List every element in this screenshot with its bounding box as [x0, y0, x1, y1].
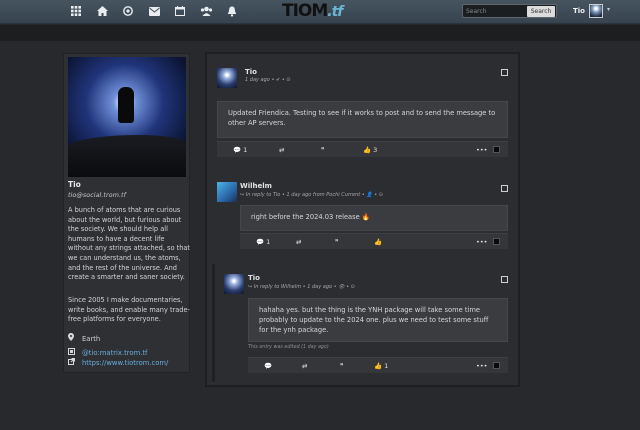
post-author-name[interactable]: Tio — [248, 274, 260, 282]
thumbs-up-icon: 👍 — [374, 238, 383, 246]
user-menu-name[interactable]: Tio — [573, 7, 585, 15]
post-actions: 💬 1 ⇄ ❞ 👍 ••• — [240, 233, 508, 249]
apps-grid-icon[interactable] — [69, 4, 83, 18]
more-options-icon[interactable]: ••• — [476, 146, 488, 154]
comment-count: 1 — [266, 238, 271, 246]
secondary-toolbar — [0, 25, 640, 41]
edited-note: This entry was edited (1 day ago) — [248, 345, 329, 350]
like-count: 1 — [384, 362, 389, 370]
contacts-icon[interactable] — [199, 4, 213, 18]
post-meta: ↪ In reply to Wilhelm • 1 day ago • 👁 • … — [248, 284, 355, 290]
post-meta: 1 day ago • ✔ • ⊙ — [245, 77, 291, 83]
location-pin-icon — [68, 333, 82, 343]
share-icon[interactable]: ⇄ — [302, 362, 307, 370]
post-author-avatar[interactable] — [217, 182, 237, 202]
select-checkbox[interactable] — [493, 146, 500, 153]
thread-line — [212, 264, 215, 382]
notifications-icon[interactable] — [225, 4, 239, 18]
comment-icon: 💬 — [233, 146, 242, 154]
post-author-avatar[interactable] — [224, 274, 244, 294]
post-author-avatar[interactable] — [217, 68, 237, 88]
chevron-down-icon[interactable]: ▾ — [607, 6, 610, 13]
profile-handle: tio@social.trom.tf — [68, 191, 126, 199]
post-body: Updated Friendica. Testing to see if it … — [217, 101, 508, 138]
calendar-icon[interactable] — [173, 4, 187, 18]
network-icon[interactable] — [121, 4, 135, 18]
quote-icon[interactable]: ❞ — [335, 238, 339, 246]
photo-figure — [118, 87, 134, 123]
like-button[interactable]: 👍 3 — [363, 146, 377, 154]
post-actions: 💬 1 ⇄ ❞ 👍 3 ••• — [217, 141, 508, 157]
profile-bio-extra: Since 2005 I make documentaries, write b… — [68, 296, 190, 324]
post-body: hahaha yes. but the thing is the YNH pac… — [248, 298, 508, 342]
external-link-icon — [68, 358, 82, 367]
post-author-name[interactable]: Wilhelm — [240, 182, 272, 190]
profile-website: https://www.tiotrom.com/ — [68, 358, 168, 367]
site-logo[interactable]: TIOM.tf — [282, 1, 343, 21]
like-button[interactable]: 👍 1 — [374, 362, 388, 370]
profile-matrix: @tio:matrix.trom.tf — [68, 348, 147, 357]
search-input[interactable] — [466, 6, 526, 17]
select-checkbox[interactable] — [493, 238, 500, 245]
post-body: right before the 2024.03 release 🔥 — [240, 205, 508, 231]
profile-name[interactable]: Tio — [68, 180, 81, 189]
thumbs-up-icon: 👍 — [374, 362, 383, 370]
post-menu-icon[interactable] — [501, 69, 508, 76]
like-count: 3 — [373, 146, 378, 154]
more-options-icon[interactable]: ••• — [476, 238, 488, 246]
post-meta: ↪ In reply to Tio • 1 day ago from Pochi… — [240, 192, 383, 198]
share-icon[interactable]: ⇄ — [296, 238, 301, 246]
like-button[interactable]: 👍 — [374, 238, 382, 246]
post-actions: 💬 ⇄ ❞ 👍 1 ••• — [248, 357, 508, 373]
comment-button[interactable]: 💬 — [264, 362, 272, 370]
comment-button[interactable]: 💬 1 — [256, 238, 270, 246]
more-options-icon[interactable]: ••• — [476, 362, 488, 370]
post-menu-icon[interactable] — [501, 185, 508, 192]
user-avatar[interactable] — [589, 4, 603, 18]
comment-button[interactable]: 💬 1 — [233, 146, 247, 154]
quote-icon[interactable]: ❞ — [340, 362, 344, 370]
profile-location: Earth — [68, 333, 100, 343]
select-checkbox[interactable] — [493, 362, 500, 369]
post-author-name[interactable]: Tio — [245, 68, 257, 76]
comment-icon: 💬 — [264, 362, 273, 370]
home-icon[interactable] — [95, 4, 109, 18]
share-icon[interactable]: ⇄ — [279, 146, 284, 154]
profile-sidebar: Tio tio@social.trom.tf A bunch of atoms … — [63, 53, 190, 373]
quote-icon[interactable]: ❞ — [321, 146, 325, 154]
comment-count: 1 — [243, 146, 248, 154]
matrix-link[interactable]: @tio:matrix.trom.tf — [82, 349, 147, 357]
website-link[interactable]: https://www.tiotrom.com/ — [82, 359, 168, 367]
photo-landscape — [68, 135, 186, 177]
search-button[interactable]: Search — [527, 6, 555, 17]
comment-icon: 💬 — [256, 238, 265, 246]
thumbs-up-icon: 👍 — [363, 146, 372, 154]
top-navbar: TIOM.tf Search Tio ▾ — [0, 0, 640, 24]
search-form: Search — [462, 4, 557, 18]
profile-bio: A bunch of atoms that are curious about … — [68, 206, 191, 282]
matrix-icon — [68, 348, 82, 357]
profile-photo[interactable] — [68, 57, 186, 177]
post-menu-icon[interactable] — [501, 276, 508, 283]
messages-icon[interactable] — [147, 4, 161, 18]
location-text: Earth — [82, 335, 101, 343]
